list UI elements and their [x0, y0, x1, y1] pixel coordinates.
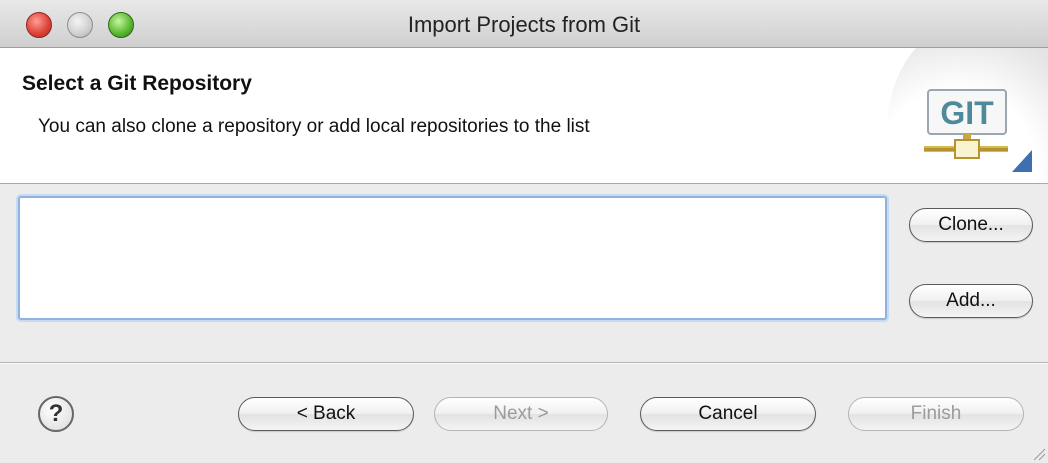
- cancel-button[interactable]: Cancel: [640, 397, 816, 431]
- main-content: Clone... Add...: [0, 184, 1048, 362]
- repository-list[interactable]: [18, 196, 887, 320]
- page-description: You can also clone a repository or add l…: [38, 116, 590, 137]
- git-logo-text: GIT: [940, 95, 994, 131]
- clone-button[interactable]: Clone...: [909, 208, 1033, 242]
- page-title: Select a Git Repository: [22, 72, 252, 95]
- back-button[interactable]: < Back: [238, 397, 414, 431]
- finish-button[interactable]: Finish: [848, 397, 1024, 431]
- next-button[interactable]: Next >: [434, 397, 608, 431]
- wizard-header: Select a Git Repository You can also clo…: [0, 48, 1048, 184]
- add-button[interactable]: Add...: [909, 284, 1033, 318]
- git-logo-icon: GIT: [924, 89, 1032, 172]
- footer-divider-highlight: [0, 363, 1048, 364]
- help-icon[interactable]: ?: [38, 396, 74, 432]
- window-title: Import Projects from Git: [407, 12, 641, 37]
- resize-grip-icon[interactable]: [1032, 447, 1046, 461]
- title-bar: Import Projects from Git: [0, 0, 1048, 48]
